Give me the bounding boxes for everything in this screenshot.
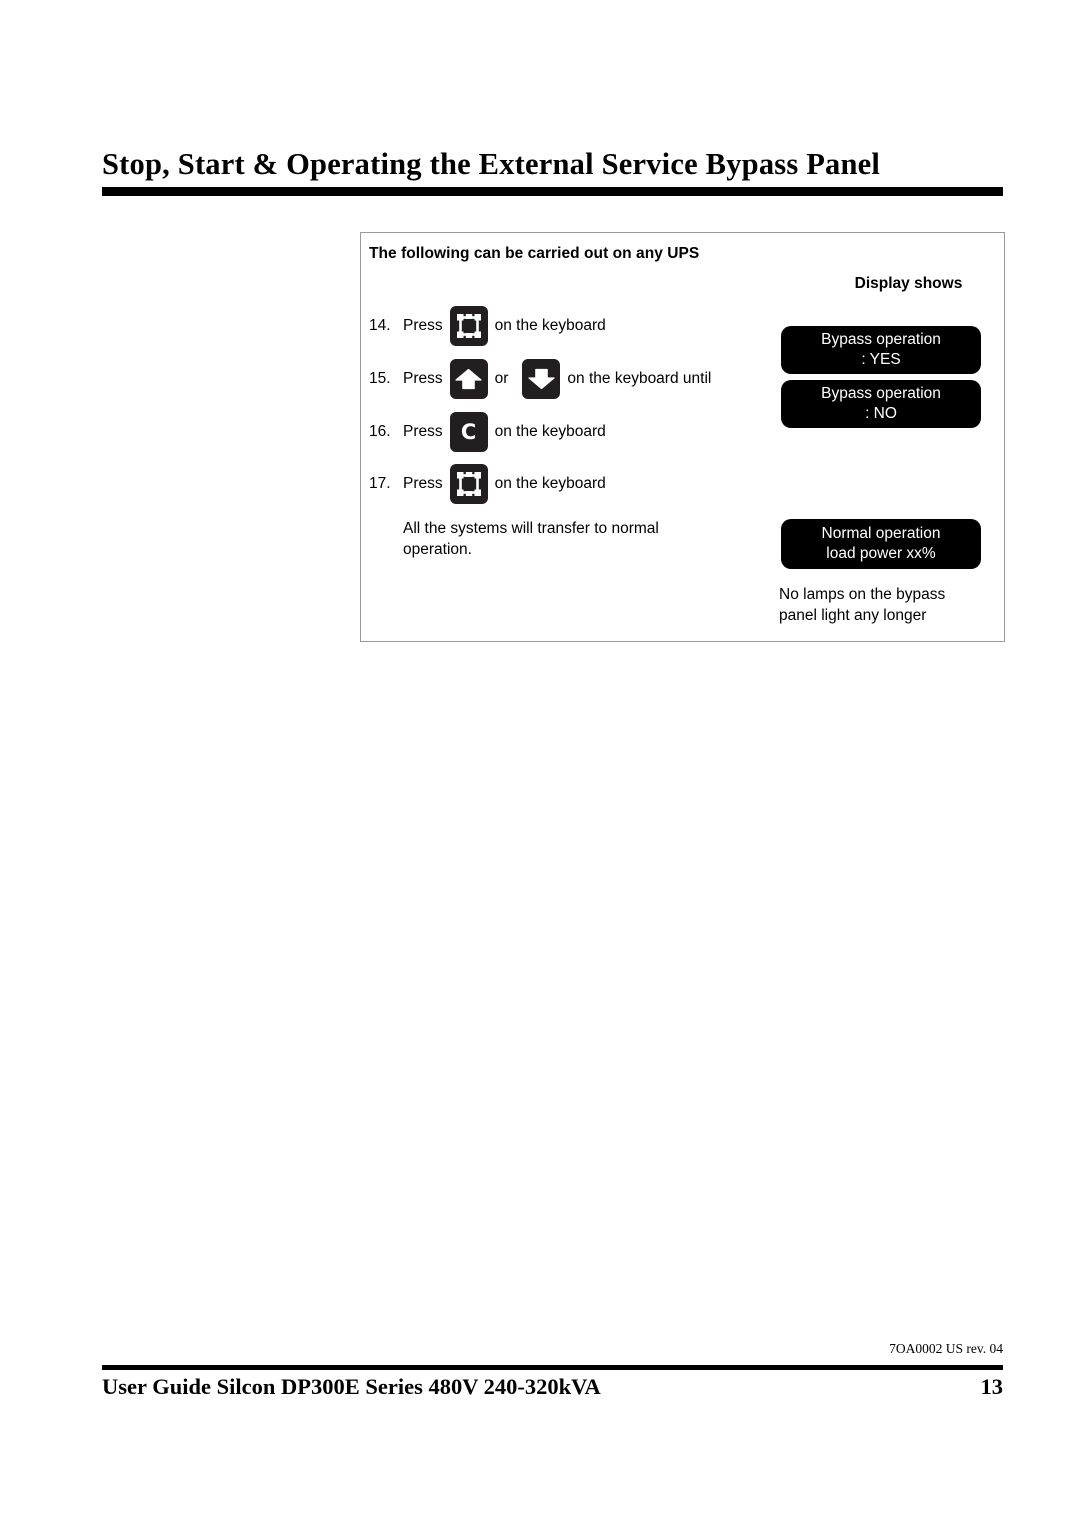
display-key-icon (449, 464, 488, 504)
footer-guide-title: User Guide Silcon DP300E Series 480V 240… (102, 1374, 601, 1399)
display-column-label: Display shows (854, 275, 963, 292)
step-17-tail: on the keyboard (494, 475, 606, 493)
display-readout-bypass-no: Bypass operation : NO (781, 380, 981, 428)
display-readout-line2: : NO (865, 405, 897, 422)
step-17-number: 17. (369, 475, 391, 493)
step-17: 17. Press on the keyboard (369, 464, 606, 504)
display-readout-line2: load power xx% (826, 545, 936, 562)
step-15-press-label: Press (403, 370, 443, 388)
display-readout-bypass-yes: Bypass operation : YES (781, 326, 981, 374)
footer-rule (102, 1365, 1003, 1370)
display-readout-line1: Normal operation (821, 524, 941, 542)
instruction-panel: The following can be carried out on any … (360, 232, 1005, 642)
footer-page-number: 13 (980, 1374, 1004, 1399)
page-title: Stop, Start & Operating the External Ser… (102, 147, 881, 181)
display-readout-normal-operation: Normal operation load power xx% (781, 519, 981, 569)
up-arrow-key-icon (449, 359, 488, 399)
c-key-icon: C (449, 412, 488, 452)
display-key-icon (449, 306, 488, 346)
step-15: 15. Press or on the keyboard until (369, 359, 711, 399)
step-16: 16. Press C on the keyboard (369, 412, 606, 452)
step-16-number: 16. (369, 423, 391, 441)
transfer-note: All the systems will transfer to normal … (403, 520, 659, 558)
display-readout-line1: Bypass operation (821, 330, 941, 348)
down-arrow-key-icon (522, 359, 561, 399)
bypass-lamps-note: No lamps on the bypass panel light any l… (779, 586, 946, 624)
step-15-number: 15. (369, 370, 391, 388)
title-rule (102, 187, 1003, 196)
step-15-tail: on the keyboard until (567, 370, 712, 388)
display-readout-line2: : YES (861, 351, 901, 368)
step-14: 14. Press on the keyboard (369, 306, 606, 346)
c-key-glyph: C (460, 419, 477, 444)
footer-revision: 7OA0002 US rev. 04 (889, 1341, 1003, 1356)
step-15-conjunction: or (494, 370, 509, 388)
step-14-tail: on the keyboard (494, 317, 606, 335)
step-16-press-label: Press (403, 423, 443, 441)
step-14-number: 14. (369, 317, 391, 335)
step-16-tail: on the keyboard (494, 423, 606, 441)
panel-heading: The following can be carried out on any … (369, 245, 700, 262)
step-17-press-label: Press (403, 475, 443, 493)
step-14-press-label: Press (403, 317, 443, 335)
display-readout-line1: Bypass operation (821, 384, 941, 402)
